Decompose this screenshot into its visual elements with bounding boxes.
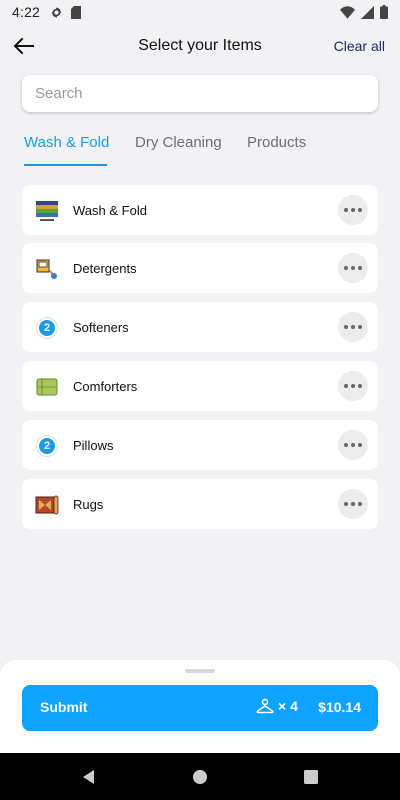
clear-all-button[interactable]: Clear all [334, 38, 385, 54]
list-item-wash-and-fold[interactable]: Wash & Fold [22, 185, 378, 235]
more-options-button[interactable] [338, 195, 368, 225]
submit-label: Submit [40, 699, 88, 715]
item-label: Pillows [73, 437, 114, 453]
header: Select your Items Clear all [0, 28, 400, 64]
more-options-button[interactable] [338, 312, 368, 342]
recents-square-icon[interactable] [301, 767, 321, 787]
detergent-icon [36, 259, 57, 279]
active-tab-indicator [24, 164, 107, 166]
pillow-badge-icon: 2 [34, 433, 60, 459]
rug-icon [35, 495, 59, 515]
back-triangle-icon[interactable] [79, 767, 99, 787]
item-count-value: × 4 [278, 698, 298, 714]
total-price: $10.14 [318, 699, 361, 715]
search-input[interactable] [22, 75, 378, 112]
list-item-detergents[interactable]: Detergents [22, 243, 378, 293]
item-label: Wash & Fold [73, 202, 147, 218]
folded-clothes-icon [36, 201, 58, 221]
category-tabs: Wash & Fold Dry Cleaning Products [0, 128, 400, 168]
item-label: Rugs [73, 496, 104, 512]
status-bar: 4:22 [0, 0, 400, 24]
sheet-drag-handle[interactable] [185, 669, 215, 673]
list-item-pillows[interactable]: 2 Pillows [22, 420, 378, 470]
hanger-icon [256, 698, 274, 714]
tab-products[interactable]: Products [247, 134, 306, 151]
tab-dry-cleaning[interactable]: Dry Cleaning [135, 134, 222, 151]
bottom-sheet: Submit × 4 $10.14 [0, 660, 400, 753]
tab-wash-and-fold[interactable]: Wash & Fold [24, 134, 109, 151]
more-options-button[interactable] [338, 430, 368, 460]
settings-gear-icon [51, 6, 62, 18]
battery-icon [380, 5, 388, 19]
more-options-button[interactable] [338, 489, 368, 519]
item-label: Detergents [73, 260, 137, 276]
sd-card-icon [71, 5, 82, 19]
submit-button[interactable]: Submit × 4 $10.14 [22, 685, 378, 731]
wifi-icon [340, 5, 355, 19]
item-count: × 4 [256, 698, 298, 714]
system-nav-bar [0, 753, 400, 800]
item-label: Comforters [73, 378, 138, 394]
comforter-icon [36, 378, 58, 396]
pillow-count-badge: 2 [37, 436, 57, 456]
more-options-button[interactable] [338, 371, 368, 401]
softener-badge-icon: 2 [34, 315, 60, 341]
list-item-rugs[interactable]: Rugs [22, 479, 378, 529]
list-item-softeners[interactable]: 2 Softeners [22, 302, 378, 352]
status-time: 4:22 [12, 4, 41, 20]
list-item-comforters[interactable]: Comforters [22, 361, 378, 411]
softener-count-badge: 2 [37, 318, 57, 338]
signal-icon [361, 5, 374, 19]
item-label: Softeners [73, 319, 129, 335]
more-options-button[interactable] [338, 253, 368, 283]
home-circle-icon[interactable] [190, 767, 210, 787]
